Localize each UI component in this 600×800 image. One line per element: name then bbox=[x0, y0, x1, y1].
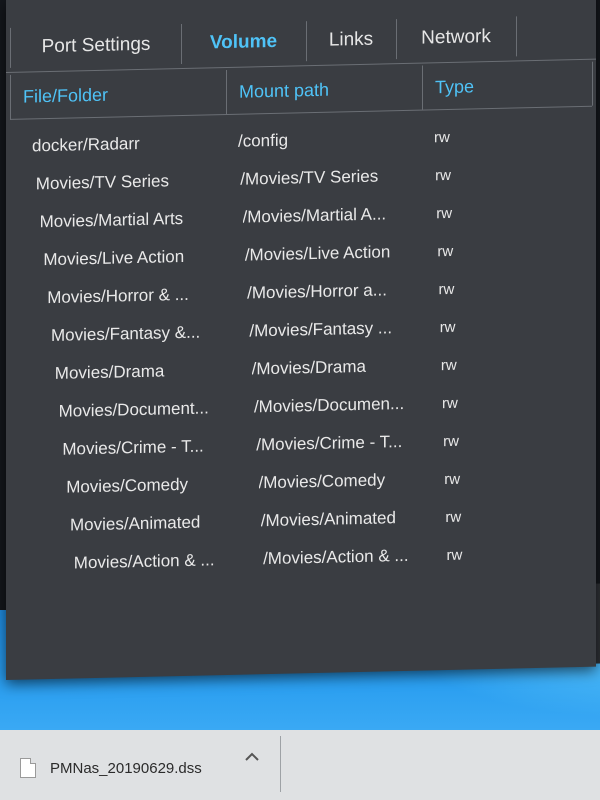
cell-file-folder: Movies/Drama bbox=[54, 361, 165, 383]
cell-file-folder: Movies/Action & ... bbox=[73, 550, 215, 573]
cell-mount-path: /Movies/Crime - T... bbox=[256, 432, 403, 455]
cell-type: rw bbox=[440, 356, 457, 374]
cell-file-folder: Movies/Comedy bbox=[66, 474, 189, 497]
cell-mount-path: /Movies/Drama bbox=[251, 356, 366, 379]
cell-type: rw bbox=[436, 204, 453, 222]
cell-mount-path: /Movies/Live Action bbox=[244, 242, 391, 265]
tab-port-settings[interactable]: Port Settings bbox=[11, 24, 182, 68]
column-header-mount-path[interactable]: Mount path bbox=[227, 65, 423, 114]
divider bbox=[280, 736, 281, 792]
cell-mount-path: /Movies/Martial A... bbox=[242, 204, 387, 227]
cell-file-folder: Movies/Crime - T... bbox=[62, 436, 204, 459]
cell-type: rw bbox=[446, 546, 463, 564]
download-item[interactable]: PMNas_20190629.dss bbox=[20, 758, 202, 778]
file-icon bbox=[20, 758, 36, 778]
cell-file-folder: Movies/Animated bbox=[70, 512, 201, 535]
cell-type: rw bbox=[438, 280, 455, 298]
cell-file-folder: Movies/Martial Arts bbox=[39, 208, 184, 232]
download-file-name: PMNas_20190629.dss bbox=[50, 759, 202, 777]
cell-type: rw bbox=[437, 242, 454, 260]
cell-type: rw bbox=[439, 318, 456, 336]
cell-type: rw bbox=[443, 432, 459, 450]
cell-type: rw bbox=[445, 508, 462, 526]
cell-mount-path: /Movies/Documen... bbox=[253, 393, 405, 417]
cell-mount-path: /Movies/Animated bbox=[260, 508, 396, 531]
column-header-type[interactable]: Type bbox=[423, 61, 593, 110]
column-header-file-folder[interactable]: File/Folder bbox=[11, 69, 227, 119]
container-settings-dialog: Port Settings Volume Links Network File/… bbox=[6, 0, 596, 681]
cell-mount-path: /Movies/Comedy bbox=[258, 470, 386, 493]
tab-network[interactable]: Network bbox=[396, 16, 517, 60]
cell-type: rw bbox=[434, 128, 450, 146]
cell-mount-path: /config bbox=[238, 130, 289, 151]
tab-volume[interactable]: Volume bbox=[181, 21, 307, 65]
cell-file-folder: docker/Radarr bbox=[32, 133, 140, 156]
cell-file-folder: Movies/Live Action bbox=[43, 246, 185, 270]
cell-mount-path: /Movies/Fantasy ... bbox=[249, 318, 393, 341]
cell-type: rw bbox=[444, 470, 461, 488]
cell-file-folder: Movies/TV Series bbox=[35, 171, 169, 194]
cell-file-folder: Movies/Horror & ... bbox=[47, 284, 189, 308]
cell-mount-path: /Movies/Horror a... bbox=[247, 280, 387, 303]
cell-type: rw bbox=[441, 394, 458, 412]
cell-mount-path: /Movies/Action & ... bbox=[263, 545, 409, 569]
cell-file-folder: Movies/Document... bbox=[58, 398, 209, 421]
volume-table: File/Folder Mount path Type docker/Radar… bbox=[10, 61, 593, 635]
cell-mount-path: /Movies/TV Series bbox=[240, 166, 379, 189]
download-bar: PMNas_20190629.dss bbox=[0, 730, 600, 800]
chevron-up-icon[interactable] bbox=[244, 750, 260, 768]
cell-file-folder: Movies/Fantasy &... bbox=[51, 322, 201, 345]
screen: Port Settings Volume Links Network File/… bbox=[0, 0, 600, 800]
tab-links[interactable]: Links bbox=[306, 19, 397, 62]
cell-type: rw bbox=[435, 166, 451, 184]
